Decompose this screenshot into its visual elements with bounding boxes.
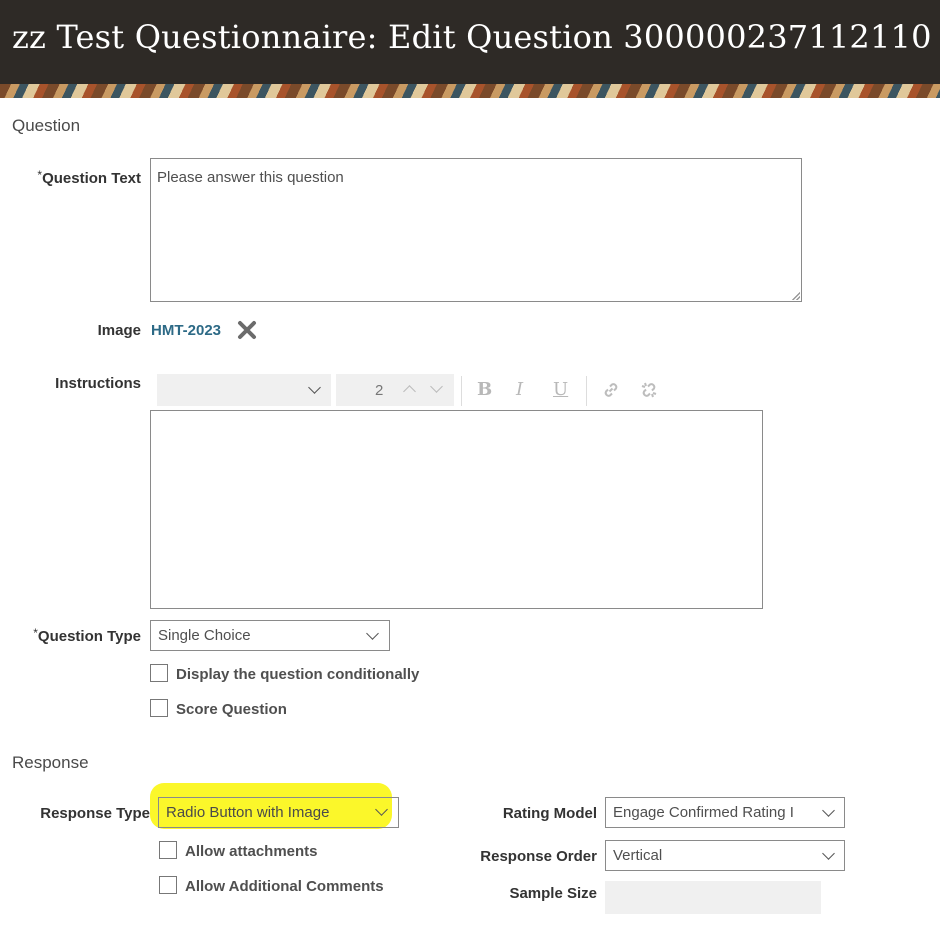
question-type-value: Single Choice — [158, 627, 251, 644]
question-text-label: *Question Text — [37, 168, 141, 187]
question-type-label: *Question Type — [33, 626, 141, 645]
chevron-down-icon — [375, 803, 388, 816]
unlink-icon[interactable] — [640, 381, 658, 399]
bold-icon[interactable]: B — [477, 379, 492, 400]
response-order-label: Response Order — [480, 848, 597, 865]
chevron-down-icon — [366, 627, 379, 640]
question-text-value: Please answer this question — [157, 169, 344, 186]
header-banner-image — [0, 84, 940, 98]
section-heading-question: Question — [12, 116, 81, 135]
chevron-down-icon — [822, 804, 835, 817]
italic-icon[interactable]: I — [516, 379, 523, 400]
allow-additional-comments-checkbox[interactable] — [159, 876, 177, 894]
question-text-field[interactable]: Please answer this question — [150, 158, 802, 302]
chevron-down-icon — [308, 381, 321, 394]
remove-image-icon[interactable] — [237, 320, 257, 340]
response-type-select[interactable]: Radio Button with Image — [158, 797, 399, 828]
font-family-select[interactable] — [157, 374, 331, 406]
resize-grip-icon[interactable] — [792, 292, 800, 300]
score-question-checkbox[interactable] — [150, 699, 168, 717]
link-icon[interactable] — [602, 381, 620, 399]
display-conditionally-label: Display the question conditionally — [176, 666, 420, 683]
font-size-select[interactable]: 2 — [336, 374, 454, 406]
toolbar-divider — [586, 376, 587, 406]
page-title: zz Test Questionnaire: Edit Question 300… — [12, 18, 932, 56]
rating-model-select[interactable]: Engage Confirmed Rating I — [605, 797, 845, 828]
font-size-value: 2 — [375, 382, 384, 399]
toolbar-divider — [461, 376, 462, 406]
instructions-label: Instructions — [55, 375, 141, 392]
required-mark: * — [37, 168, 43, 182]
image-label: Image — [97, 322, 141, 339]
rating-model-value: Engage Confirmed Rating I — [613, 804, 794, 821]
allow-attachments-label: Allow attachments — [185, 843, 318, 860]
sample-size-label: Sample Size — [509, 885, 597, 902]
chevron-down-icon — [822, 847, 835, 860]
image-link[interactable]: HMT-2023 — [151, 322, 221, 339]
response-order-value: Vertical — [613, 847, 663, 864]
response-type-label: Response Type — [40, 805, 150, 822]
instructions-editor[interactable] — [150, 410, 763, 609]
response-order-select[interactable]: Vertical — [605, 840, 845, 871]
rating-model-label: Rating Model — [502, 805, 597, 822]
chevron-up-icon[interactable] — [403, 385, 416, 398]
response-type-value: Radio Button with Image — [166, 804, 330, 821]
allow-attachments-checkbox[interactable] — [159, 841, 177, 859]
chevron-down-icon[interactable] — [430, 380, 443, 393]
question-type-select[interactable]: Single Choice — [150, 620, 390, 651]
underline-icon[interactable]: U — [553, 379, 568, 400]
display-conditionally-checkbox[interactable] — [150, 664, 168, 682]
section-heading-response: Response — [12, 753, 89, 772]
sample-size-field — [605, 881, 821, 914]
allow-additional-comments-label: Allow Additional Comments — [185, 878, 384, 895]
score-question-label: Score Question — [176, 701, 287, 718]
